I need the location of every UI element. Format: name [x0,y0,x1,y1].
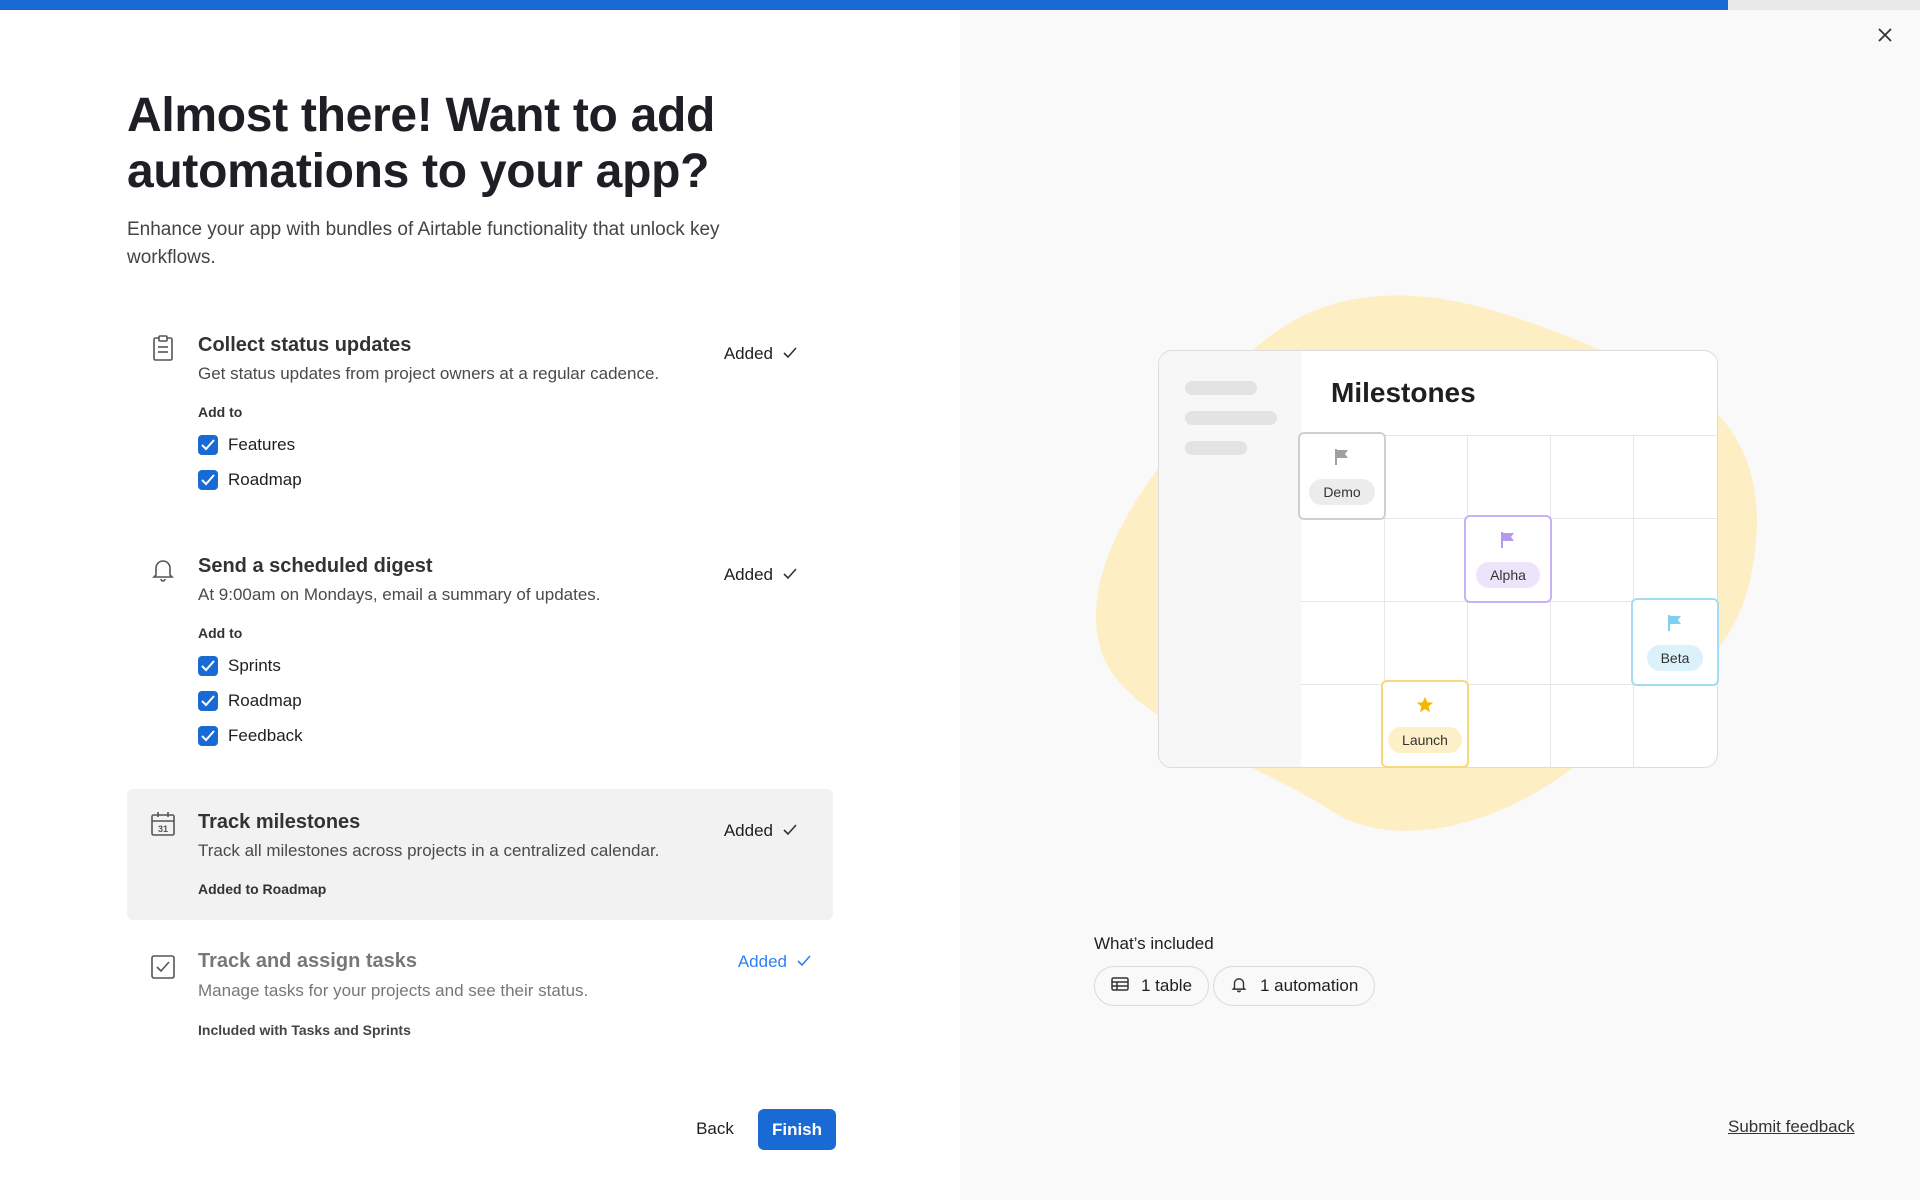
bundle-track-assign-tasks: Track and assign tasks Manage tasks for … [127,936,833,1056]
checkbox-label: Roadmap [228,691,302,710]
checkbox-row-roadmap[interactable]: Roadmap [198,691,302,711]
progress-track [0,0,1920,10]
submit-feedback-link[interactable]: Submit feedback [1728,1117,1855,1137]
milestone-label: Beta [1646,645,1704,671]
bundle-description: Manage tasks for your projects and see t… [198,981,589,1000]
status-label: Added [723,565,773,584]
checkbox-checked[interactable] [198,470,218,490]
milestone-demo: Demo [1298,432,1386,520]
bundle-collect-status-updates: Collect status updates Get status update… [127,320,833,510]
check-icon [783,821,797,841]
clipboard-icon [149,334,177,362]
whats-included-label: What’s included [1094,934,1214,953]
bundle-status[interactable]: Added [724,821,797,841]
add-to-label: Add to [198,625,243,641]
checkbox-label: Sprints [228,656,281,675]
svg-text:31: 31 [158,824,168,834]
flag-icon [1333,448,1351,471]
checkbox-row-sprints[interactable]: Sprints [198,656,281,676]
milestone-launch: Launch [1381,680,1469,768]
checkbox-row-features[interactable]: Features [198,435,295,455]
chip-label: 1 table [1141,976,1193,995]
chip-label: 1 automation [1260,976,1359,995]
included-chip-automation: 1 automation [1213,966,1376,1006]
milestone-beta: Beta [1631,598,1719,686]
bundle-description: Get status updates from project owners a… [198,364,660,383]
bundle-description: At 9:00am on Mondays, email a summary of… [198,585,601,604]
bundle-description: Track all milestones across projects in … [198,841,660,860]
checkbox-checked[interactable] [198,656,218,676]
checkbox-label: Feedback [228,726,303,745]
bundle-status[interactable]: Added [738,952,811,972]
bundle-status[interactable]: Added [724,344,797,364]
checkbox-icon [149,952,177,980]
checkbox-label: Features [228,435,296,454]
calendar-icon: 31 [149,810,177,838]
status-label: Added [737,952,787,971]
check-icon [783,344,797,364]
check-icon [797,952,811,972]
included-chip-table: 1 table [1094,966,1210,1006]
bundle-title: Send a scheduled digest [198,555,433,577]
milestone-label: Launch [1388,727,1462,753]
milestone-label: Demo [1309,479,1375,505]
close-button[interactable] [1870,22,1900,52]
bundle-note: Added to Roadmap [198,881,327,897]
bundle-title: Track and assign tasks [198,950,418,972]
checkbox-checked[interactable] [198,691,218,711]
page-title: Almost there! Want to add automations to… [127,89,716,198]
finish-button[interactable]: Finish [758,1109,836,1150]
status-label: Added [723,821,773,840]
grid-line [1550,435,1551,767]
bundle-track-milestones[interactable]: 31 Track milestones Track all milestones… [127,789,833,920]
checkbox-checked[interactable] [198,726,218,746]
bundle-status[interactable]: Added [724,565,797,585]
status-label: Added [723,344,773,363]
page-subtitle: Enhance your app with bundles of Airtabl… [127,219,720,268]
milestone-alpha: Alpha [1464,515,1552,603]
card-sidebar [1159,351,1301,767]
bundle-note: Included with Tasks and Sprints [198,1022,411,1038]
checkbox-row-feedback[interactable]: Feedback [198,726,303,746]
milestone-label: Alpha [1476,562,1540,588]
bundle-title: Track milestones [198,811,361,833]
flag-icon [1499,531,1517,554]
skeleton-line [1185,381,1257,395]
card-title: Milestones [1331,377,1476,408]
skeleton-line [1185,411,1277,425]
bell-icon [1230,975,1248,998]
flag-icon [1666,614,1684,637]
star-icon [1416,696,1434,719]
table-icon [1111,976,1129,997]
checkbox-checked[interactable] [198,435,218,455]
back-button[interactable]: Back [680,1109,750,1149]
progress-bar [0,0,1728,10]
checkbox-row-roadmap[interactable]: Roadmap [198,470,302,490]
bundle-scheduled-digest: Send a scheduled digest At 9:00am on Mon… [127,541,833,766]
close-icon [1877,27,1893,48]
bundle-title: Collect status updates [198,334,412,356]
check-icon [783,565,797,585]
skeleton-line [1185,441,1247,455]
bell-icon [149,555,177,583]
checkbox-label: Roadmap [228,470,302,489]
add-to-label: Add to [198,404,243,420]
